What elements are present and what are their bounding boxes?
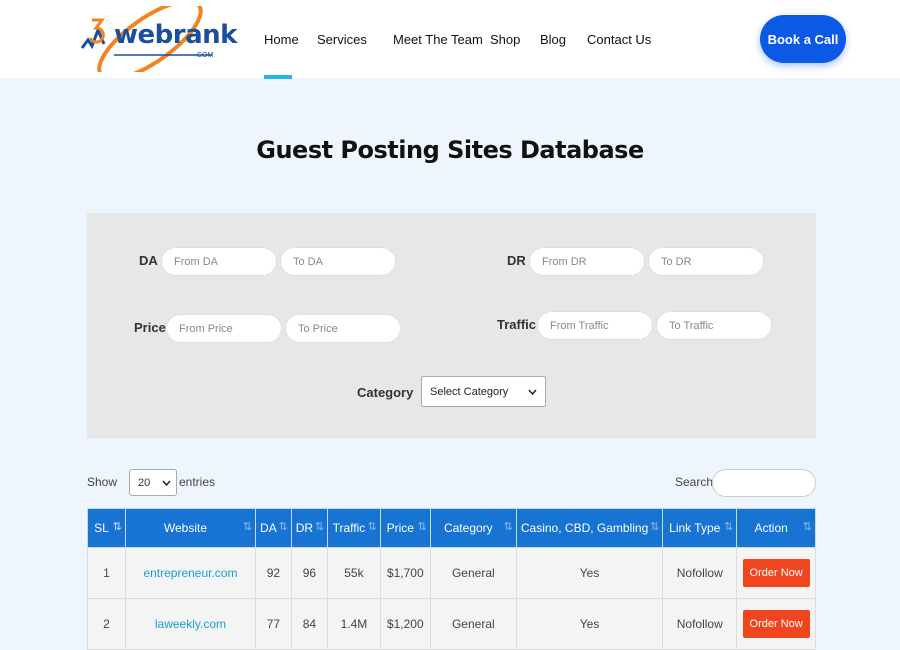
price-to-input[interactable]: [285, 314, 401, 343]
cell-dr: 96: [290, 547, 329, 599]
sort-icon: ⇅: [278, 521, 288, 533]
table-header-row: SL ⇅ Website ⇅ DA ⇅ DR ⇅ Traffic ⇅ Price ⇅ Cat…: [87, 508, 816, 548]
nav-contact-us[interactable]: Contact Us: [587, 32, 651, 47]
col-da[interactable]: DA ⇅: [255, 508, 292, 548]
sort-icon: ⇅: [802, 521, 812, 533]
site-header: webrank .COM Home Services Meet The Team…: [0, 0, 900, 81]
search-input[interactable]: [712, 469, 816, 497]
da-label: DA: [139, 253, 158, 268]
sort-icon: ⇅: [650, 521, 660, 533]
col-category-label: Category: [443, 521, 493, 535]
show-label: Show: [87, 475, 118, 489]
col-price-label: Price: [386, 521, 414, 535]
dr-to-input[interactable]: [648, 247, 764, 276]
cell-link-type: Nofollow: [662, 598, 738, 650]
logo-sub-text: .COM: [195, 52, 214, 59]
filter-panel: DA DR Price Traffic Category Select Cate…: [87, 213, 816, 438]
entries-label: entries: [179, 475, 216, 489]
dr-from-input[interactable]: [529, 247, 645, 276]
da-to-input[interactable]: [280, 247, 396, 276]
col-dr[interactable]: DR ⇅: [290, 508, 329, 548]
entries-select[interactable]: 20: [129, 469, 177, 496]
price-from-input[interactable]: [166, 314, 282, 343]
col-sl-label: SL: [94, 521, 109, 535]
chevron-down-icon: [162, 480, 171, 486]
nav-blog[interactable]: Blog: [540, 32, 566, 47]
sort-icon: ⇅: [242, 521, 253, 533]
webrank-logo[interactable]: webrank .COM: [78, 0, 237, 81]
dr-label: DR: [507, 253, 526, 268]
table-row: 1 entrepreneur.com 92 96 55k $1,700 Gene…: [87, 547, 816, 599]
sort-icon: ⇅: [367, 521, 377, 533]
col-link-type[interactable]: Link Type ⇅: [662, 508, 738, 548]
traffic-label: Traffic: [497, 317, 537, 332]
book-a-call-button[interactable]: Book a Call: [760, 15, 846, 63]
sort-icon: ⇅: [417, 521, 427, 533]
sites-table: SL ⇅ Website ⇅ DA ⇅ DR ⇅ Traffic ⇅ Price ⇅ Cat…: [87, 508, 816, 650]
cell-sl: 2: [87, 598, 126, 650]
logo-brand-text: webrank: [114, 20, 237, 50]
cell-da: 77: [255, 598, 292, 650]
col-website[interactable]: Website ⇅: [124, 508, 257, 548]
cell-price: $1,200: [379, 598, 431, 650]
sort-icon: ⇅: [314, 521, 325, 533]
cell-category: General: [429, 547, 517, 599]
entries-select-value: 20: [138, 476, 151, 489]
cell-link-type: Nofollow: [662, 547, 738, 599]
nav-home[interactable]: Home: [264, 32, 299, 79]
cell-website-link[interactable]: entrepreneur.com: [124, 547, 257, 599]
col-price[interactable]: Price ⇅: [379, 508, 431, 548]
col-action-label: Action: [754, 521, 788, 535]
cell-price: $1,700: [379, 547, 431, 599]
cell-casino: Yes: [515, 547, 664, 599]
col-category[interactable]: Category ⇅: [429, 508, 517, 548]
col-traffic[interactable]: Traffic ⇅: [327, 508, 381, 548]
cell-action: Order Now: [736, 547, 816, 599]
nav-services[interactable]: Services: [317, 32, 367, 47]
category-label: Category: [357, 385, 414, 400]
nav-shop[interactable]: Shop: [490, 32, 520, 47]
chevron-down-icon: [528, 389, 537, 395]
cell-da: 92: [255, 547, 292, 599]
sort-icon: ⇅: [724, 521, 734, 533]
nav-meet-the-team[interactable]: Meet The Team: [393, 32, 483, 47]
category-select-value: Select Category: [430, 385, 509, 398]
page-title: Guest Posting Sites Database: [256, 136, 644, 164]
order-now-button[interactable]: Order Now: [742, 559, 810, 587]
col-dr-label: DR: [295, 521, 314, 535]
cell-action: Order Now: [736, 598, 816, 650]
search-label: Search:: [675, 475, 717, 489]
da-from-input[interactable]: [161, 247, 277, 276]
col-link-type-label: Link Type: [669, 521, 721, 535]
traffic-to-input[interactable]: [656, 311, 772, 340]
order-now-button[interactable]: Order Now: [742, 610, 810, 638]
col-sl[interactable]: SL ⇅: [87, 508, 126, 548]
cell-website-link[interactable]: laweekly.com: [124, 598, 257, 650]
col-da-label: DA: [260, 521, 277, 535]
cell-casino: Yes: [515, 598, 664, 650]
cell-category: General: [429, 598, 517, 650]
cell-sl: 1: [87, 547, 126, 599]
col-traffic-label: Traffic: [332, 521, 366, 535]
col-casino-cbd-gambling[interactable]: Casino, CBD, Gambling ⇅: [515, 508, 664, 548]
col-action[interactable]: Action ⇅: [736, 508, 816, 548]
sort-icon: ⇅: [112, 521, 122, 533]
category-select[interactable]: Select Category: [421, 376, 546, 407]
traffic-from-input[interactable]: [537, 311, 653, 340]
cell-dr: 84: [290, 598, 329, 650]
col-casino-label: Casino, CBD, Gambling: [520, 521, 649, 535]
cell-traffic: 1.4M: [327, 598, 381, 650]
table-row: 2 laweekly.com 77 84 1.4M $1,200 General…: [87, 598, 816, 650]
cell-traffic: 55k: [327, 547, 381, 599]
price-label: Price: [134, 320, 166, 335]
sort-icon: ⇅: [503, 521, 513, 533]
col-website-label: Website: [163, 521, 208, 535]
